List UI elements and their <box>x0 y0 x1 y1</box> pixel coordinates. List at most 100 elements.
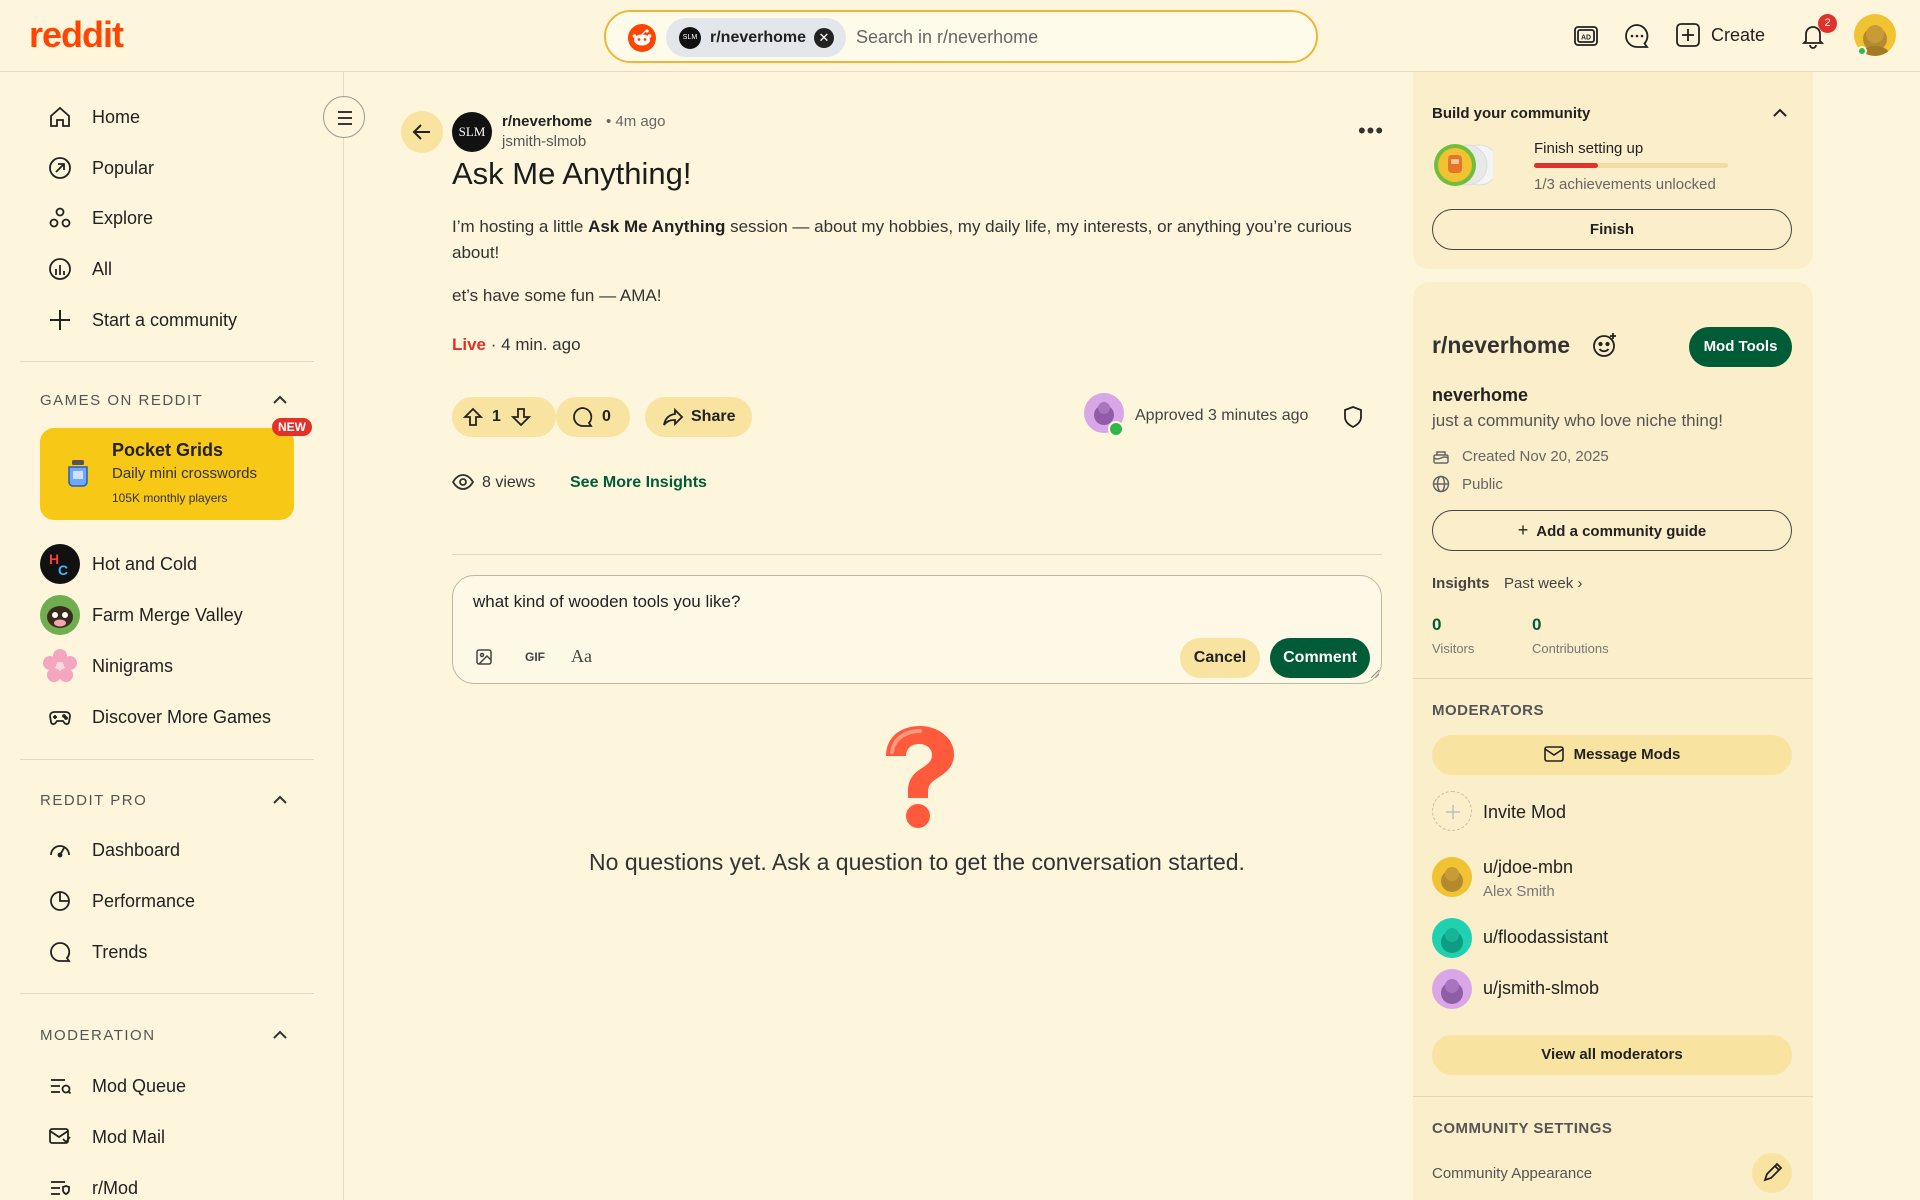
featured-game-card[interactable]: Pocket Grids Daily mini crosswords 105K … <box>40 428 294 520</box>
farm-merge-valley-icon <box>40 595 80 635</box>
post-subreddit-link[interactable]: r/neverhome <box>502 113 592 130</box>
nav-popular[interactable]: Popular <box>40 148 310 188</box>
nav-home[interactable]: Home <box>40 97 310 137</box>
chat-icon[interactable] <box>1623 22 1651 50</box>
comments-button[interactable]: 0 <box>556 397 630 437</box>
comment-submit-button[interactable]: Comment <box>1270 638 1370 678</box>
sidebar-divider <box>20 993 314 994</box>
achievements-status: 1/3 achievements unlocked <box>1534 176 1716 193</box>
reddit-logo[interactable]: reddit <box>29 14 124 56</box>
chevron-up-icon[interactable] <box>1770 103 1790 123</box>
more-options-icon[interactable]: ••• <box>1353 118 1389 146</box>
share-button[interactable]: Share <box>645 397 752 437</box>
comment-icon <box>573 407 593 427</box>
divider <box>1413 678 1813 679</box>
nav-all[interactable]: All <box>40 249 310 289</box>
guide-button-label: Add a community guide <box>1536 523 1707 540</box>
chevron-up-icon[interactable] <box>270 390 290 410</box>
nav-performance[interactable]: Performance <box>40 881 310 921</box>
moderator-avatar <box>1432 918 1472 958</box>
plus-icon: + <box>1517 520 1529 540</box>
nav-label: Dashboard <box>92 840 181 860</box>
moderator-item[interactable]: u/floodassistant <box>1432 918 1792 962</box>
nav-start-community[interactable]: Start a community <box>40 300 310 340</box>
nav-label: Home <box>92 107 141 127</box>
search-bar[interactable]: SLM r/neverhome ✕ <box>604 10 1318 63</box>
downvote-icon[interactable] <box>510 406 532 428</box>
back-button[interactable] <box>401 111 443 153</box>
cancel-button[interactable]: Cancel <box>1180 638 1260 678</box>
menu-icon <box>338 111 352 125</box>
insights-period-selector[interactable]: Past week › <box>1504 575 1582 592</box>
game-hot-and-cold[interactable]: HC Hot and Cold <box>40 544 310 584</box>
sidebar-divider <box>20 759 314 760</box>
community-name[interactable]: r/neverhome <box>1432 332 1570 359</box>
nav-explore[interactable]: Explore <box>40 198 310 238</box>
nav-r-mod[interactable]: r/Mod <box>40 1168 310 1200</box>
search-input[interactable] <box>856 24 1296 50</box>
approved-status: Approved 3 minutes ago <box>1135 407 1309 424</box>
view-all-moderators-button[interactable]: View all moderators <box>1432 1035 1792 1075</box>
post-author-link[interactable]: jsmith-slmob <box>502 133 586 150</box>
add-emoji-icon[interactable] <box>1592 332 1618 358</box>
ninigrams-icon <box>40 646 80 686</box>
see-more-insights-link[interactable]: See More Insights <box>570 474 707 492</box>
globe-icon <box>1432 475 1450 493</box>
advertise-icon[interactable]: AD <box>1572 22 1600 50</box>
live-time: · 4 min. ago <box>486 335 581 354</box>
empty-state-message: No questions yet. Ask a question to get … <box>589 849 1245 875</box>
popular-icon <box>49 157 71 179</box>
finish-button[interactable]: Finish <box>1432 209 1792 250</box>
game-farm-merge-valley[interactable]: Farm Merge Valley <box>40 595 310 635</box>
resize-handle-icon[interactable] <box>1371 670 1379 678</box>
chevron-up-icon[interactable] <box>270 790 290 810</box>
svg-text:AD: AD <box>1581 35 1591 42</box>
r-mod-icon <box>51 1181 70 1195</box>
nav-trends[interactable]: Trends <box>40 932 310 972</box>
moderator-item[interactable]: u/jsmith-slmob <box>1432 969 1792 1013</box>
vote-count: 1 <box>492 408 501 425</box>
message-mods-button[interactable]: Message Mods <box>1432 735 1792 775</box>
achievement-progress-bar <box>1534 163 1728 168</box>
sidebar-collapse-button[interactable] <box>323 96 365 138</box>
chevron-up-icon[interactable] <box>270 1025 290 1045</box>
image-icon[interactable] <box>475 648 493 666</box>
format-text-button[interactable]: Aa <box>571 646 592 667</box>
build-community-title: Build your community <box>1432 105 1591 122</box>
reddit-pro-section-title: REDDIT PRO <box>40 792 148 809</box>
edit-appearance-button[interactable] <box>1752 1153 1792 1193</box>
featured-game-players: 105K monthly players <box>112 491 228 505</box>
nav-label: Explore <box>92 208 154 228</box>
nav-mod-mail[interactable]: Mod Mail <box>40 1117 310 1157</box>
visitors-count: 0 <box>1432 615 1442 634</box>
comment-input[interactable]: what kind of wooden tools you like? <box>473 592 1173 622</box>
add-community-guide-button[interactable]: + Add a community guide <box>1432 510 1792 551</box>
shield-icon[interactable] <box>1342 405 1364 429</box>
discover-more-games[interactable]: Discover More Games <box>40 697 310 737</box>
invite-mod-row[interactable]: Invite Mod <box>1432 791 1792 835</box>
visibility-label: Public <box>1462 476 1503 493</box>
live-status: Live · 4 min. ago <box>452 335 581 355</box>
upvote-icon[interactable] <box>462 406 484 428</box>
search-scope-label: r/neverhome <box>710 29 807 46</box>
nav-mod-queue[interactable]: Mod Queue <box>40 1066 310 1106</box>
nav-label: Popular <box>92 158 155 178</box>
mod-tools-button[interactable]: Mod Tools <box>1689 327 1792 367</box>
achievement-progress-fill <box>1534 163 1599 168</box>
check-icon <box>1108 421 1124 437</box>
search-scope-chip[interactable]: SLM r/neverhome ✕ <box>666 18 846 57</box>
close-icon[interactable]: ✕ <box>814 28 834 48</box>
nav-dashboard[interactable]: Dashboard <box>40 830 310 870</box>
moderator-item[interactable]: u/jdoe-mbn Alex Smith <box>1432 857 1792 901</box>
sidebar-divider <box>20 361 314 362</box>
new-badge: NEW <box>272 418 312 436</box>
performance-icon <box>50 891 70 911</box>
dashboard-icon <box>50 845 70 858</box>
nav-label: Performance <box>92 891 196 911</box>
post-community-avatar[interactable]: SLM <box>452 112 492 152</box>
gif-button[interactable]: GIF <box>525 650 545 664</box>
game-ninigrams[interactable]: Ninigrams <box>40 646 310 686</box>
live-label: Live <box>452 335 487 354</box>
post-body: I’m hosting a little Ask Me Anything ses… <box>452 217 1352 262</box>
achievement-badges <box>1434 144 1493 186</box>
